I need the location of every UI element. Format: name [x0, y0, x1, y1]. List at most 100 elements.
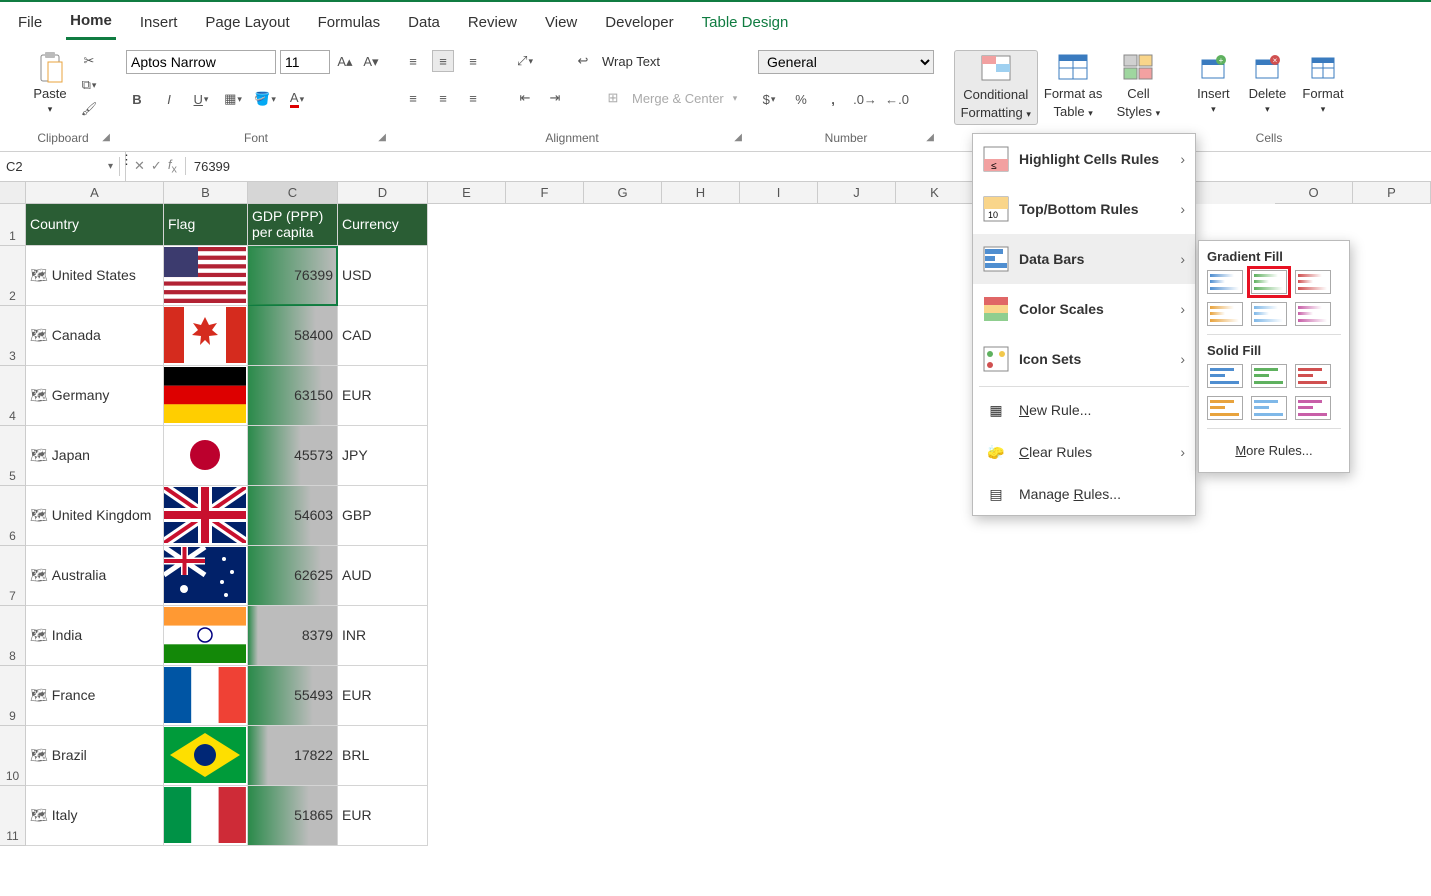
row-head-2[interactable]: 2 — [0, 246, 26, 306]
orientation-icon[interactable]: ⤢▾ — [514, 50, 536, 72]
cell-currency[interactable]: EUR — [338, 786, 428, 846]
cell-flag[interactable] — [164, 366, 248, 426]
cell-flag[interactable] — [164, 246, 248, 306]
solid-green[interactable] — [1251, 364, 1287, 388]
wrap-text-button[interactable]: Wrap Text — [602, 54, 660, 69]
conditional-formatting-button[interactable]: ConditionalFormatting ▾ — [954, 50, 1038, 125]
gradient-red[interactable] — [1295, 270, 1331, 294]
cut-icon[interactable]: ✂ — [78, 50, 100, 72]
tab-developer[interactable]: Developer — [601, 10, 677, 39]
cf-new-rule[interactable]: ▦New Rule... — [973, 389, 1195, 431]
row-head-8[interactable]: 8 — [0, 606, 26, 666]
align-middle-icon[interactable]: ≡ — [432, 50, 454, 72]
tab-insert[interactable]: Insert — [136, 10, 182, 39]
cell-flag[interactable] — [164, 426, 248, 486]
cell-country[interactable]: 🗺Australia — [26, 546, 164, 606]
header-country[interactable]: Country — [26, 204, 164, 246]
col-head-d[interactable]: D — [338, 182, 428, 204]
cell-country[interactable]: 🗺Germany — [26, 366, 164, 426]
cell-country[interactable]: 🗺United States — [26, 246, 164, 306]
tab-home[interactable]: Home — [66, 8, 116, 40]
tab-table-design[interactable]: Table Design — [698, 10, 793, 39]
delete-cells-button[interactable]: × Delete▾ — [1242, 50, 1292, 118]
gradient-orange[interactable] — [1207, 302, 1243, 326]
gradient-purple[interactable] — [1295, 302, 1331, 326]
cf-icon-sets[interactable]: Icon Sets› — [973, 334, 1195, 384]
increase-font-icon[interactable]: A▴ — [334, 51, 356, 73]
row-head-10[interactable]: 10 — [0, 726, 26, 786]
row-head-9[interactable]: 9 — [0, 666, 26, 726]
col-head-f[interactable]: F — [506, 182, 584, 204]
paste-button[interactable]: Paste▾ — [26, 50, 74, 118]
italic-icon[interactable]: I — [158, 88, 180, 110]
wrap-text-icon[interactable]: ↩ — [572, 50, 594, 72]
cf-data-bars[interactable]: Data Bars› — [973, 234, 1195, 284]
cell-currency[interactable]: EUR — [338, 666, 428, 726]
row-head-6[interactable]: 6 — [0, 486, 26, 546]
insert-cells-button[interactable]: + Insert▾ — [1188, 50, 1238, 118]
cell-country[interactable]: 🗺Italy — [26, 786, 164, 846]
decrease-decimal-icon[interactable]: ←.0 — [886, 88, 908, 110]
cell-gdp[interactable]: 55493 — [248, 666, 338, 726]
copy-icon[interactable]: ⧉▾ — [78, 74, 100, 96]
cf-color-scales[interactable]: Color Scales› — [973, 284, 1195, 334]
increase-decimal-icon[interactable]: .0→ — [854, 88, 876, 110]
format-painter-icon[interactable]: 🖌 — [78, 98, 100, 120]
currency-icon[interactable]: $▾ — [758, 88, 780, 110]
col-head-b[interactable]: B — [164, 182, 248, 204]
cell-country[interactable]: 🗺Japan — [26, 426, 164, 486]
cell-country[interactable]: 🗺Brazil — [26, 726, 164, 786]
alignment-launcher[interactable]: ◢ — [734, 132, 742, 143]
cell-currency[interactable]: BRL — [338, 726, 428, 786]
cancel-formula-icon[interactable]: ✕ — [134, 158, 145, 174]
format-as-table-button[interactable]: Format asTable ▾ — [1038, 50, 1109, 125]
percent-icon[interactable]: % — [790, 88, 812, 110]
tab-file[interactable]: File — [14, 10, 46, 39]
cell-gdp[interactable]: 62625 — [248, 546, 338, 606]
row-head-7[interactable]: 7 — [0, 546, 26, 606]
cf-clear-rules[interactable]: 🧽Clear Rules› — [973, 431, 1195, 473]
cell-currency[interactable]: CAD — [338, 306, 428, 366]
cell-gdp[interactable]: 63150 — [248, 366, 338, 426]
align-top-icon[interactable]: ≡ — [402, 50, 424, 72]
solid-orange[interactable] — [1207, 396, 1243, 420]
cell-flag[interactable] — [164, 546, 248, 606]
gradient-green[interactable] — [1251, 270, 1287, 294]
row-head-11[interactable]: 11 — [0, 786, 26, 846]
col-head-k[interactable]: K — [896, 182, 974, 204]
header-currency[interactable]: Currency — [338, 204, 428, 246]
tab-data[interactable]: Data — [404, 10, 444, 39]
tab-page-layout[interactable]: Page Layout — [201, 10, 293, 39]
header-flag[interactable]: Flag — [164, 204, 248, 246]
col-head-j[interactable]: J — [818, 182, 896, 204]
align-center-icon[interactable]: ≡ — [432, 87, 454, 109]
col-head-p[interactable]: P — [1353, 182, 1431, 204]
col-head-o[interactable]: O — [1275, 182, 1353, 204]
solid-red[interactable] — [1295, 364, 1331, 388]
col-head-c[interactable]: C — [248, 182, 338, 204]
col-head-e[interactable]: E — [428, 182, 506, 204]
align-left-icon[interactable]: ≡ — [402, 87, 424, 109]
cell-currency[interactable]: EUR — [338, 366, 428, 426]
gradient-lightblue[interactable] — [1251, 302, 1287, 326]
tab-formulas[interactable]: Formulas — [314, 10, 385, 39]
cell-flag[interactable] — [164, 726, 248, 786]
font-size-input[interactable] — [280, 50, 330, 74]
solid-blue[interactable] — [1207, 364, 1243, 388]
row-head-3[interactable]: 3 — [0, 306, 26, 366]
increase-indent-icon[interactable]: ⇥ — [544, 87, 566, 109]
enter-formula-icon[interactable]: ✓ — [151, 158, 162, 174]
cell-gdp[interactable]: 45573 — [248, 426, 338, 486]
formula-input[interactable]: 76399 — [186, 157, 1431, 176]
tab-view[interactable]: View — [541, 10, 581, 39]
font-color-icon[interactable]: A▾ — [286, 88, 308, 110]
cell-flag[interactable] — [164, 606, 248, 666]
fill-color-icon[interactable]: 🪣▾ — [254, 88, 276, 110]
cell-gdp[interactable]: 58400 — [248, 306, 338, 366]
merge-center-button[interactable]: Merge & Center — [632, 91, 724, 106]
number-launcher[interactable]: ◢ — [926, 132, 934, 143]
cell-currency[interactable]: AUD — [338, 546, 428, 606]
align-bottom-icon[interactable]: ≡ — [462, 50, 484, 72]
row-head-5[interactable]: 5 — [0, 426, 26, 486]
cell-gdp[interactable]: 8379 — [248, 606, 338, 666]
